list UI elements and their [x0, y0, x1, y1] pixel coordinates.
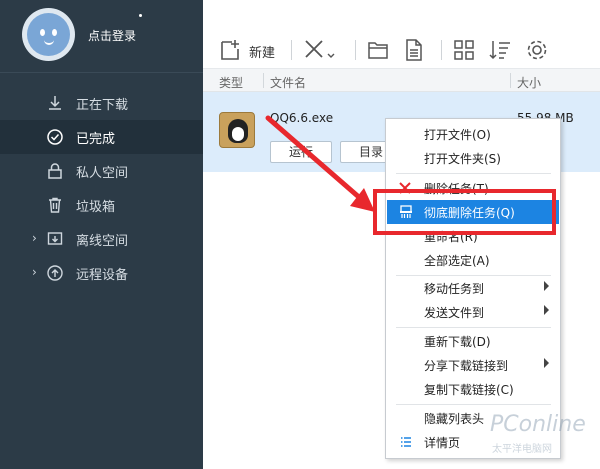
- list-icon: [401, 437, 411, 447]
- menu-separator: [396, 327, 551, 328]
- delete-dropdown-icon[interactable]: [303, 38, 335, 62]
- login-link[interactable]: 点击登录: [88, 27, 136, 44]
- sidebar-item-offline-space[interactable]: › 离线空间: [0, 222, 203, 256]
- lock-icon: [48, 163, 62, 179]
- qq-app-icon: [219, 112, 255, 148]
- toolbar-divider: [355, 40, 356, 60]
- sort-icon[interactable]: [488, 38, 512, 62]
- settings-gear-icon[interactable]: [525, 38, 549, 62]
- annotation-highlight-box: [373, 189, 556, 235]
- file-name: QQ6.6.exe: [270, 111, 334, 125]
- sidebar-item-private-space[interactable]: 私人空间: [0, 154, 203, 188]
- watermark-subtitle: 太平洋电脑网: [492, 444, 552, 455]
- run-button[interactable]: 运行: [270, 141, 332, 163]
- column-type[interactable]: 类型: [219, 74, 243, 91]
- sidebar-item-remote-devices[interactable]: › 远程设备: [0, 256, 203, 290]
- sidebar-item-label: 私人空间: [76, 166, 129, 181]
- avatar[interactable]: [22, 8, 75, 61]
- menu-separator: [396, 173, 551, 174]
- toolbar: 新建: [203, 0, 600, 68]
- column-size[interactable]: 大小: [517, 74, 541, 91]
- remote-device-icon: [47, 265, 63, 281]
- menu-item-select-all[interactable]: 全部选定(A): [387, 248, 559, 272]
- toolbar-divider: [441, 40, 442, 60]
- document-icon[interactable]: [403, 38, 425, 62]
- context-menu: 打开文件(O) 打开文件夹(S) 删除任务(T) 彻底删除任务(Q) 重命名(R…: [385, 118, 561, 459]
- expand-arrow-icon[interactable]: ›: [32, 231, 37, 245]
- submenu-arrow-icon: [544, 305, 549, 315]
- expand-arrow-icon[interactable]: ›: [32, 265, 37, 279]
- user-panel: 点击登录: [0, 0, 203, 72]
- sidebar-divider: [0, 72, 203, 73]
- folder-icon[interactable]: [367, 38, 389, 62]
- sidebar-item-label: 正在下载: [76, 98, 129, 113]
- menu-separator: [396, 404, 551, 405]
- column-filename[interactable]: 文件名: [270, 74, 306, 91]
- sidebar-item-label: 离线空间: [76, 234, 129, 249]
- check-circle-icon: [47, 129, 63, 145]
- toolbar-divider: [291, 40, 292, 60]
- sidebar-item-downloading[interactable]: 正在下载: [0, 86, 203, 120]
- menu-item-copy-link[interactable]: 复制下载链接(C): [387, 377, 559, 401]
- sidebar-item-completed[interactable]: 已完成: [0, 120, 203, 154]
- sidebar: 点击登录 正在下载 已完成 私人空间 垃圾箱 › 离线空间 › 远程设备: [0, 0, 203, 469]
- download-icon: [49, 96, 61, 110]
- menu-item-move-task-to[interactable]: 移动任务到: [387, 276, 559, 300]
- new-task-button[interactable]: 新建: [249, 42, 275, 61]
- sidebar-item-label: 垃圾箱: [76, 200, 116, 215]
- sidebar-item-label: 已完成: [76, 132, 116, 147]
- submenu-arrow-icon: [544, 358, 549, 368]
- new-task-icon[interactable]: [219, 38, 241, 62]
- menu-item-open-file[interactable]: 打开文件(O): [387, 122, 559, 146]
- column-header: 类型 文件名 大小: [203, 68, 600, 92]
- menu-item-share-link[interactable]: 分享下载链接到: [387, 353, 559, 377]
- menu-item-open-folder[interactable]: 打开文件夹(S): [387, 146, 559, 170]
- sidebar-item-label: 远程设备: [76, 268, 129, 283]
- menu-item-send-file-to[interactable]: 发送文件到: [387, 300, 559, 324]
- trash-icon: [49, 197, 61, 213]
- grid-view-icon[interactable]: [453, 38, 475, 62]
- notification-dot: [139, 14, 142, 17]
- cloud-download-icon: [47, 232, 63, 245]
- sidebar-item-trash[interactable]: 垃圾箱: [0, 188, 203, 222]
- watermark-brand: PConline: [490, 412, 586, 437]
- submenu-arrow-icon: [544, 281, 549, 291]
- menu-item-redownload[interactable]: 重新下载(D): [387, 329, 559, 353]
